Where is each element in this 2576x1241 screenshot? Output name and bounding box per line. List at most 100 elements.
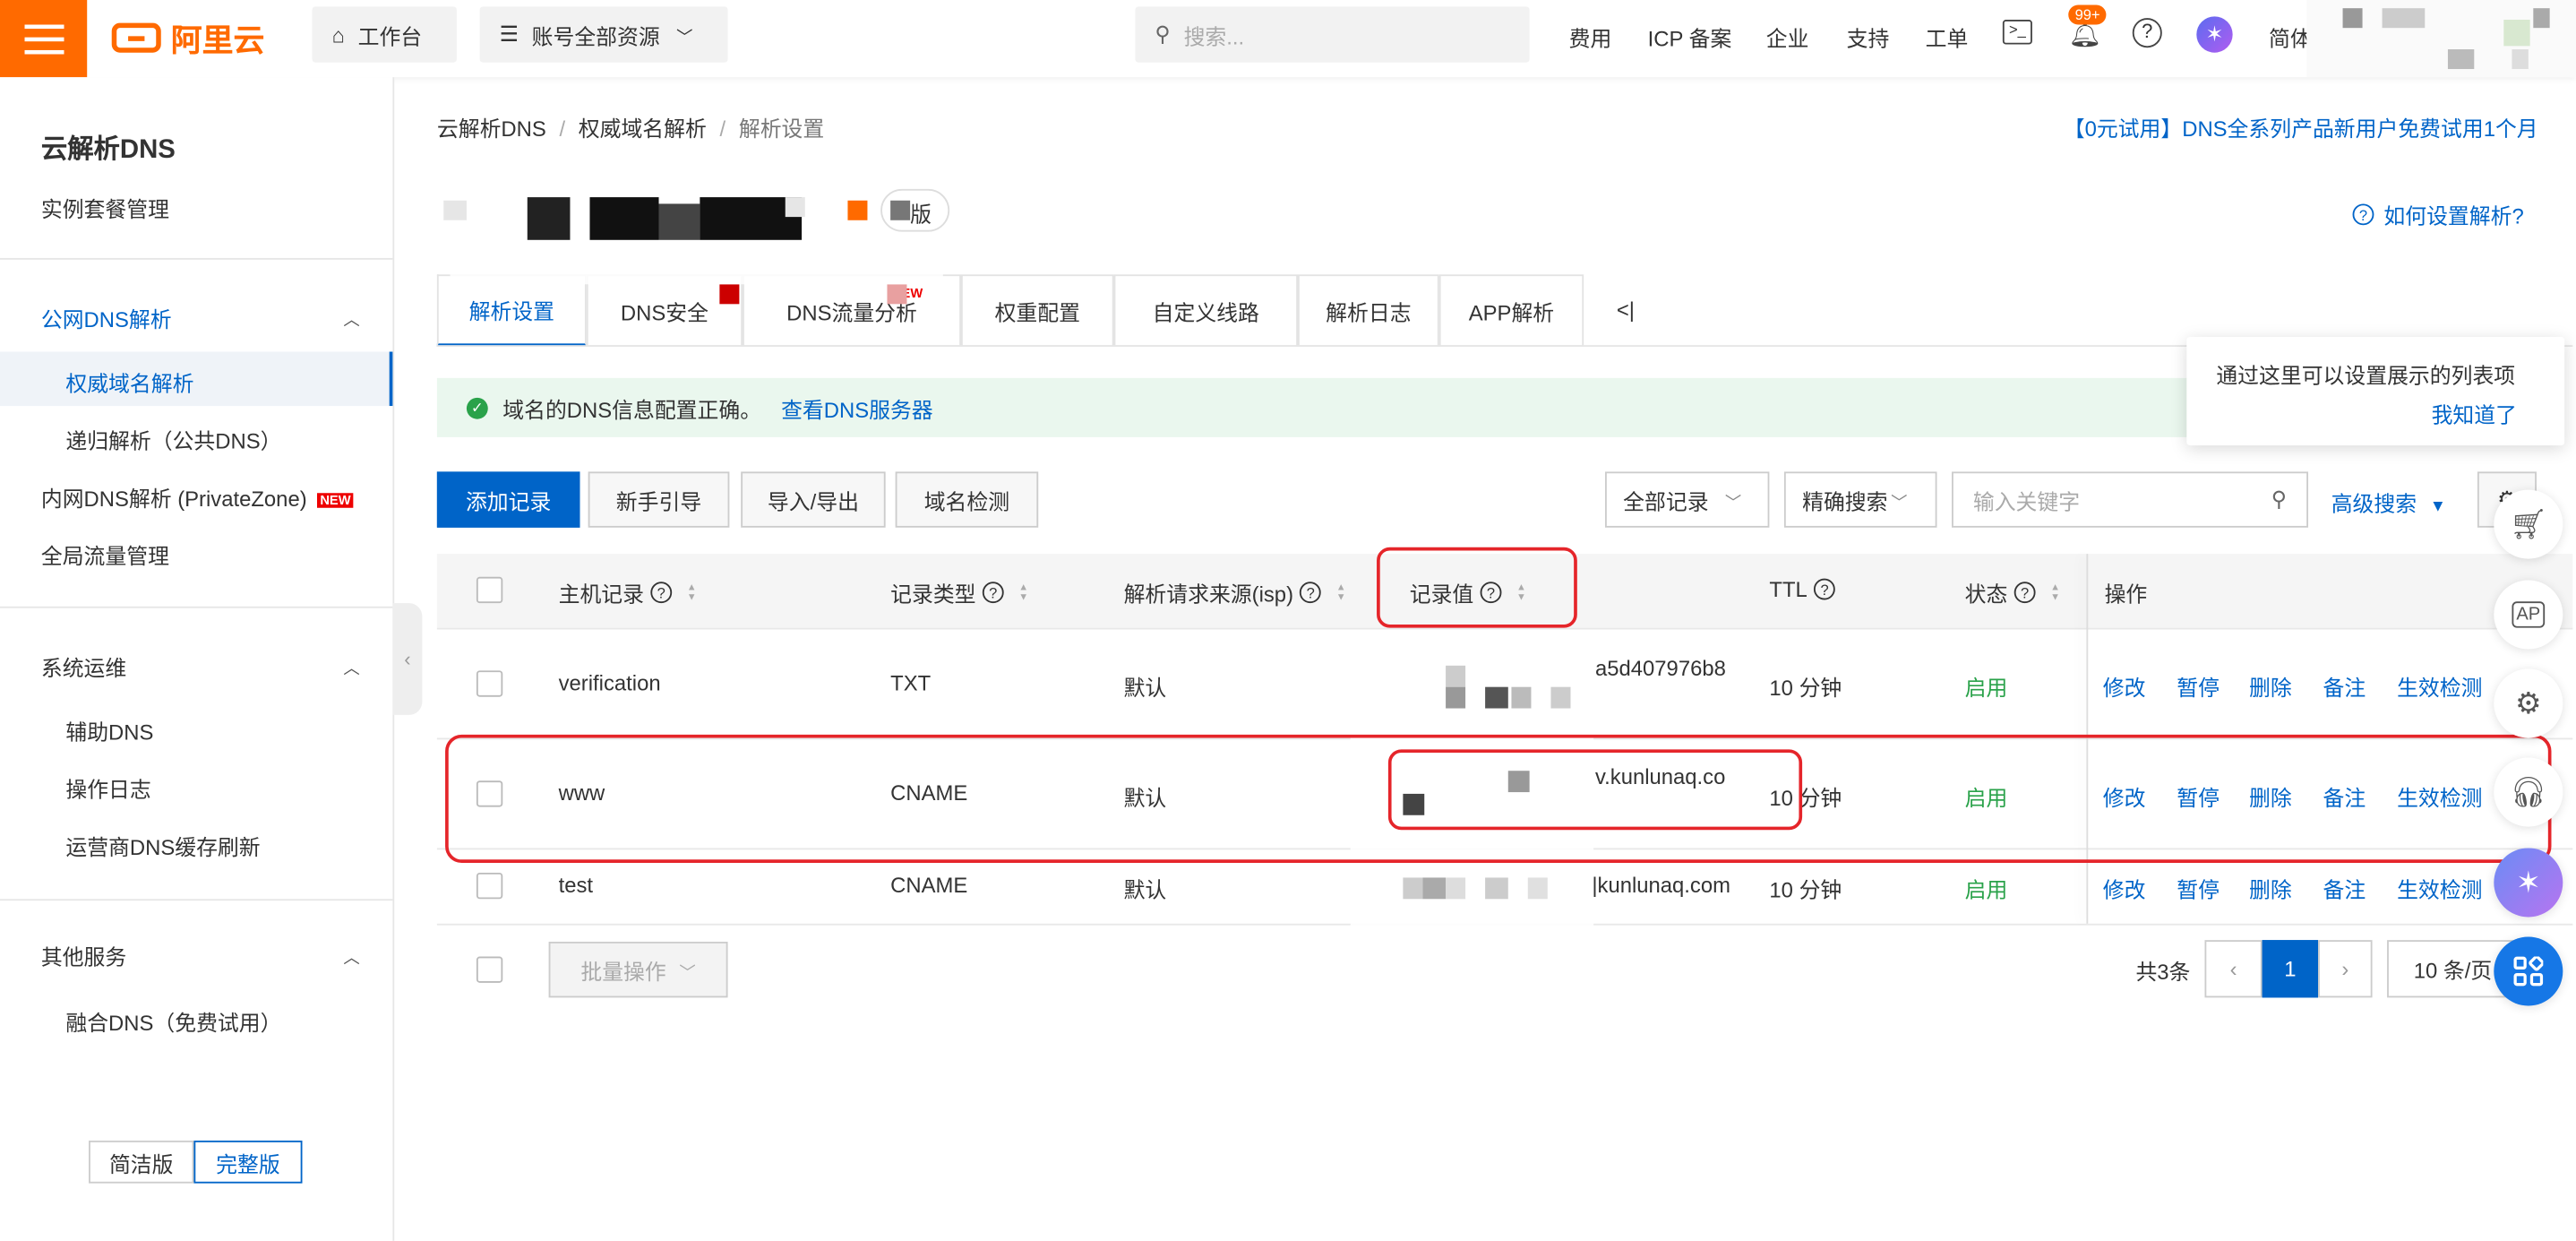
guide-button[interactable]: 新手引导 bbox=[588, 471, 730, 528]
tab-custom-line[interactable]: 自定义线路 bbox=[1113, 274, 1299, 348]
search-icon: ⚲ bbox=[1155, 21, 1171, 47]
row-checkbox[interactable] bbox=[476, 872, 503, 900]
new-badge: NEW bbox=[316, 493, 355, 508]
pause-link[interactable]: 暂停 bbox=[2177, 670, 2220, 702]
simple-mode-button[interactable]: 简洁版 bbox=[89, 1140, 194, 1184]
verify-link[interactable]: 生效检测 bbox=[2397, 670, 2482, 702]
sidebar-item-recursive[interactable]: 递归解析（公共DNS） bbox=[65, 424, 281, 455]
sidebar-item-instance[interactable]: 实例套餐管理 bbox=[41, 193, 169, 224]
avatar[interactable] bbox=[2306, 0, 2576, 78]
row-type: TXT bbox=[890, 670, 932, 695]
sidebar-collapse-toggle[interactable]: ‹ bbox=[392, 603, 423, 715]
chevron-up-icon[interactable]: ︿ bbox=[343, 306, 359, 330]
tab-app-resolve[interactable]: APP解析 bbox=[1438, 274, 1584, 348]
prev-page-button[interactable]: ‹ bbox=[2204, 940, 2263, 998]
select-all-checkbox-footer[interactable] bbox=[476, 956, 503, 983]
question-icon: ? bbox=[2352, 203, 2374, 226]
add-record-button[interactable]: 添加记录 bbox=[436, 471, 580, 528]
col-host[interactable]: 主机记录? ▲ ▼ bbox=[559, 577, 697, 608]
sidebar-group-public-dns[interactable]: 公网DNS解析 bbox=[41, 302, 172, 333]
note-link[interactable]: 备注 bbox=[2323, 670, 2366, 702]
verify-link[interactable]: 生效检测 bbox=[2397, 873, 2482, 904]
batch-operations-dropdown[interactable]: 批量操作 ﹀ bbox=[548, 941, 728, 998]
sort-icon[interactable]: ▲ ▼ bbox=[1018, 582, 1028, 602]
chevron-up-icon[interactable]: ︿ bbox=[343, 654, 359, 678]
chevron-down-icon: ﹀ bbox=[676, 29, 693, 47]
record-filter-select[interactable]: 全部记录 ﹀ bbox=[1604, 471, 1770, 528]
breadcrumb-dns[interactable]: 云解析DNS bbox=[437, 116, 546, 142]
search-icon[interactable]: ⚲ bbox=[2271, 487, 2287, 513]
search-mode-select[interactable]: 精确搜索 ﹀ bbox=[1783, 471, 1937, 528]
row-host: verification bbox=[558, 670, 661, 695]
keyword-input[interactable]: 输入关键字 ⚲ bbox=[1952, 471, 2309, 528]
sort-icon[interactable]: ▲ ▼ bbox=[1336, 582, 1346, 602]
pause-link[interactable]: 暂停 bbox=[2177, 873, 2220, 904]
import-export-button[interactable]: 导入/导出 bbox=[741, 471, 886, 528]
nav-icp[interactable]: ICP 备案 bbox=[1648, 22, 1732, 53]
sidebar-item-op-log[interactable]: 操作日志 bbox=[65, 772, 150, 804]
help-icon[interactable]: ? bbox=[2132, 18, 2162, 48]
next-page-button[interactable]: › bbox=[2318, 940, 2373, 998]
tab-resolve-log[interactable]: 解析日志 bbox=[1298, 274, 1439, 348]
nav-fees[interactable]: 费用 bbox=[1569, 22, 1612, 53]
global-search-input[interactable]: ⚲ 搜索... bbox=[1135, 6, 1530, 63]
ai-assistant-float-icon[interactable]: ✶ bbox=[2494, 848, 2563, 918]
breadcrumb-authoritative[interactable]: 权威域名解析 bbox=[579, 116, 707, 142]
gear-icon[interactable]: ⚙ bbox=[2494, 668, 2563, 738]
nav-enterprise[interactable]: 企业 bbox=[1766, 22, 1809, 53]
advanced-search-link[interactable]: 高级搜索 ▼ bbox=[2331, 487, 2446, 518]
col-label: 主机记录 bbox=[558, 582, 645, 607]
sidebar-item-fusion-dns[interactable]: 融合DNS（免费试用） bbox=[65, 1006, 281, 1038]
col-status[interactable]: 状态? ▲ ▼ bbox=[1965, 577, 2060, 608]
row-isp: 默认 bbox=[1123, 877, 1167, 902]
sidebar-group-other[interactable]: 其他服务 bbox=[41, 940, 126, 971]
tab-resolve-settings[interactable]: 解析设置 bbox=[436, 274, 587, 348]
tooltip-ack-link[interactable]: 我知道了 bbox=[2432, 398, 2517, 429]
chevron-up-icon[interactable]: ︿ bbox=[343, 944, 359, 968]
view-dns-servers-link[interactable]: 查看DNS服务器 bbox=[781, 392, 933, 423]
nav-support[interactable]: 支持 bbox=[1847, 22, 1890, 53]
tab-dns-traffic[interactable]: DNS流量分析 NEW bbox=[743, 274, 961, 348]
sidebar-item-global-traffic[interactable]: 全局流量管理 bbox=[41, 539, 169, 571]
sidebar-item-authoritative[interactable]: 权威域名解析 bbox=[65, 366, 193, 398]
edit-link[interactable]: 修改 bbox=[2103, 670, 2146, 702]
account-resources-dropdown[interactable]: ☰ 账号全部资源 ﹀ bbox=[479, 6, 728, 63]
page-button[interactable]: 1 bbox=[2262, 940, 2319, 998]
delete-link[interactable]: 删除 bbox=[2249, 873, 2292, 904]
ai-assistant-icon[interactable]: ✶ bbox=[2196, 16, 2233, 53]
sidebar-item-aux-dns[interactable]: 辅助DNS bbox=[65, 715, 153, 746]
select-value: 全部记录 bbox=[1623, 488, 1709, 514]
select-all-checkbox[interactable] bbox=[476, 576, 503, 604]
question-icon: ? bbox=[650, 582, 673, 604]
app-icon[interactable]: AP bbox=[2494, 580, 2563, 650]
tab-scroll-button[interactable]: <| bbox=[1617, 297, 1635, 323]
sidebar-group-sys-ops[interactable]: 系统运维 bbox=[41, 651, 126, 682]
chevron-left-icon: ‹ bbox=[2229, 956, 2237, 982]
sort-icon[interactable]: ▲ ▼ bbox=[2050, 582, 2060, 602]
workbench-button[interactable]: ⌂ 工作台 bbox=[312, 6, 457, 63]
aliyun-logo[interactable]: 阿里云 bbox=[111, 16, 264, 59]
sidebar-item-isp-refresh[interactable]: 运营商DNS缓存刷新 bbox=[65, 830, 260, 861]
delete-link[interactable]: 删除 bbox=[2249, 670, 2292, 702]
menu-icon[interactable] bbox=[0, 0, 88, 78]
col-isp[interactable]: 解析请求来源(isp)? ▲ ▼ bbox=[1124, 577, 1346, 608]
terminal-icon[interactable]: >_ bbox=[2002, 20, 2032, 45]
domain-check-button[interactable]: 域名检测 bbox=[895, 471, 1039, 528]
howto-link[interactable]: ? 如何设置解析? bbox=[2352, 199, 2524, 230]
apps-grid-icon[interactable] bbox=[2494, 936, 2563, 1006]
row-ttl: 10 分钟 bbox=[1769, 877, 1842, 902]
note-link[interactable]: 备注 bbox=[2323, 873, 2366, 904]
full-mode-button[interactable]: 完整版 bbox=[193, 1140, 303, 1184]
sort-icon[interactable]: ▲ ▼ bbox=[687, 582, 697, 602]
nav-ticket[interactable]: 工单 bbox=[1926, 22, 1969, 53]
sidebar-active-highlight bbox=[0, 351, 393, 407]
row-checkbox[interactable] bbox=[476, 670, 503, 697]
headset-icon[interactable]: 🎧︎ bbox=[2494, 757, 2563, 827]
col-type[interactable]: 记录类型? ▲ ▼ bbox=[890, 577, 1028, 608]
cart-icon[interactable]: 🛒︎ bbox=[2494, 489, 2563, 559]
tab-weight[interactable]: 权重配置 bbox=[960, 274, 1114, 348]
edit-link[interactable]: 修改 bbox=[2103, 873, 2146, 904]
language-switch[interactable]: 简体 bbox=[2269, 22, 2312, 53]
sidebar-item-privatezone[interactable]: 内网DNS解析 (PrivateZone) NEW bbox=[41, 481, 355, 513]
promo-link[interactable]: 【0元试用】DNS全系列产品新用户免费试用1个月 bbox=[2064, 112, 2538, 143]
